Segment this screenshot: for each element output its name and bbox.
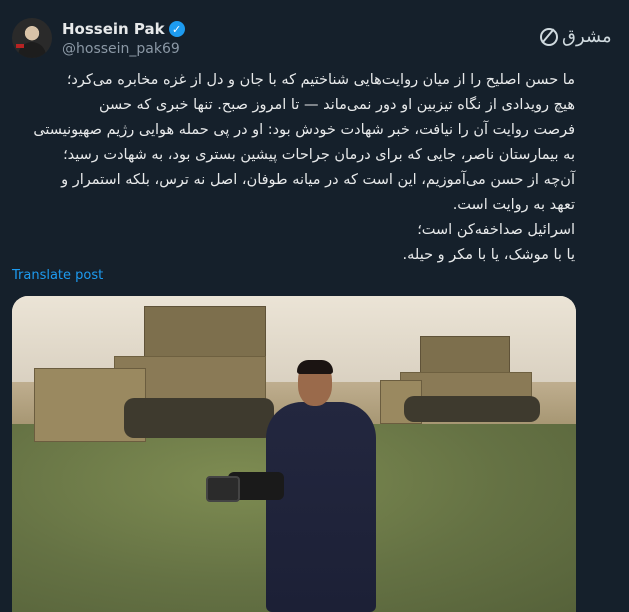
tweet-line: آن‌چه از حسن می‌آموزیم، این است که در می… — [61, 172, 575, 188]
camera-lens — [206, 476, 240, 502]
tweet-line: یا با موشک، یا با مکر و حیله. — [402, 247, 575, 263]
hair — [297, 360, 333, 374]
author-display-name[interactable]: Hossein Pak — [62, 20, 165, 38]
tweet-card: Hossein Pak ✓ @hossein_pak69 مشرق ما حسن… — [0, 0, 612, 612]
author-name-row: Hossein Pak ✓ — [62, 20, 185, 38]
translate-post-link[interactable]: Translate post — [12, 268, 103, 283]
author-handle[interactable]: @hossein_pak69 — [62, 41, 180, 57]
photo-image[interactable] — [12, 296, 576, 612]
bulldozer-right — [380, 336, 560, 426]
tweet-line: به بیمارستان ناصر، جایی که برای درمان جر… — [63, 147, 575, 163]
tweet-text: ما حسن اصلیح را از میان روایت‌هایی شناخت… — [12, 68, 575, 268]
avatar[interactable] — [12, 18, 52, 58]
mashregh-logo-icon — [540, 27, 558, 46]
bulldozer-left — [34, 306, 274, 446]
verified-badge-icon: ✓ — [168, 21, 185, 37]
tweet-line: اسرائیل صداخفه‌کن است؛ — [417, 222, 575, 238]
tweet-line: فرصت روایت آن را نیافت، خبر شهادت خودش ب… — [33, 122, 575, 138]
mashregh-logo: مشرق — [540, 26, 612, 47]
tweet-line: تعهد به روایت است. — [452, 197, 575, 213]
tweet-header: Hossein Pak ✓ @hossein_pak69 مشرق — [12, 14, 612, 62]
photographer-figure — [206, 360, 392, 612]
logo-text: مشرق — [562, 26, 612, 47]
tweet-line: هیچ رویدادی از نگاه تیزبین او دور نمی‌ما… — [98, 97, 575, 113]
microphone-icon — [16, 44, 24, 48]
jacket — [266, 402, 376, 612]
tweet-line: ما حسن اصلیح را از میان روایت‌هایی شناخت… — [66, 72, 575, 88]
